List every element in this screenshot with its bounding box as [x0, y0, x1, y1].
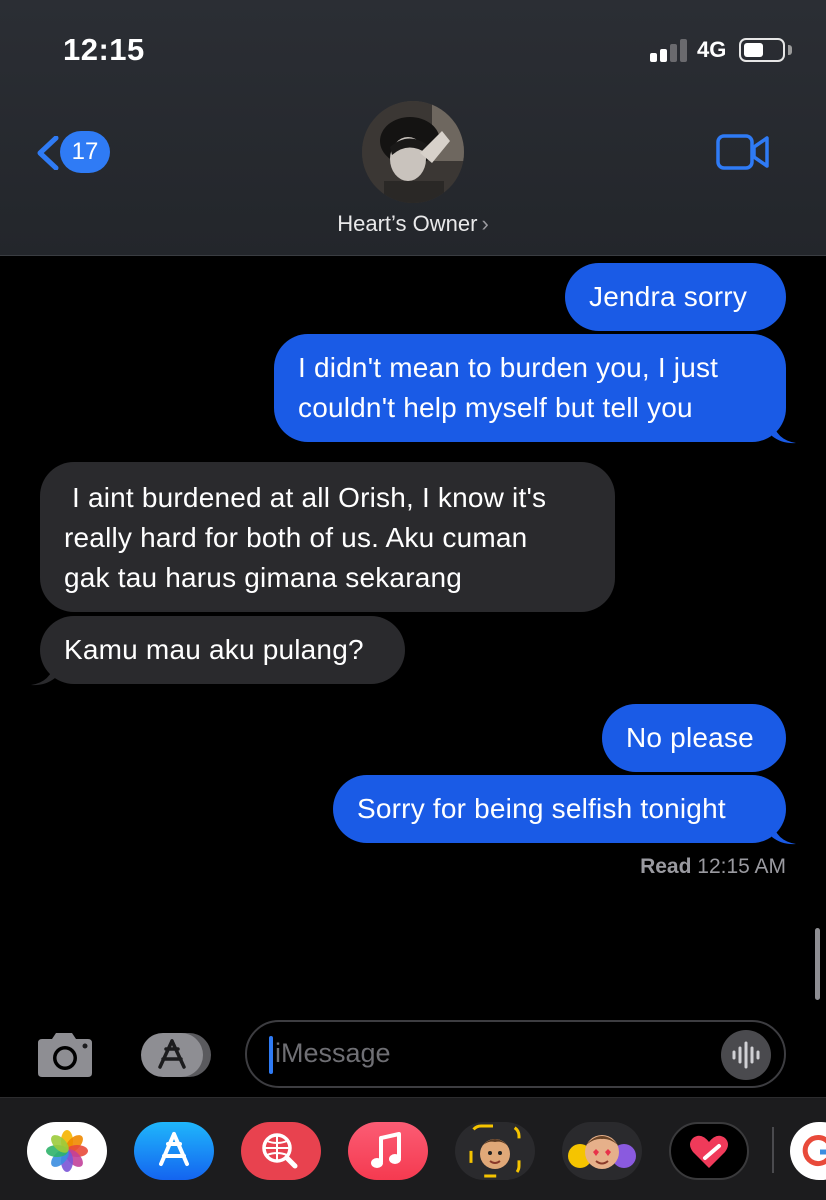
search-images-icon[interactable]: [241, 1122, 321, 1180]
read-time: 12:15 AM: [697, 855, 786, 878]
message-bubble-received[interactable]: Kamu mau aku pulang?: [40, 616, 405, 684]
cellular-signal-icon: [650, 38, 690, 62]
text-cursor: [269, 1036, 273, 1074]
app-store-a-icon: [159, 1132, 189, 1166]
app-store-button-icon[interactable]: [139, 1031, 213, 1079]
conversation-header: 12:15 4G 17 Heart’s Owner ›: [0, 0, 826, 256]
digital-touch-icon[interactable]: [669, 1122, 749, 1180]
battery-tip: [788, 45, 792, 55]
music-icon[interactable]: [348, 1122, 428, 1180]
messages-screen: 12:15 4G 17 Heart’s Owner › Jendra sorry…: [0, 0, 826, 1200]
message-line: really hard for both of us. Aku cuman: [64, 522, 528, 553]
message-line: couldn't help myself but tell you: [298, 392, 693, 423]
contact-name[interactable]: Heart’s Owner ›: [0, 211, 826, 237]
message-line: Jendra sorry: [589, 281, 748, 312]
app-drawer-divider: [772, 1127, 774, 1173]
bubble-tail-sent: [772, 420, 796, 444]
bubble-tail-received: [31, 662, 55, 686]
facetime-video-icon[interactable]: [716, 133, 770, 171]
message-placeholder: iMessage: [275, 1038, 391, 1068]
app-store-icon[interactable]: [134, 1122, 214, 1180]
message-bubble-sent[interactable]: I didn't mean to burden you, I just coul…: [274, 334, 786, 442]
message-line: Kamu mau aku pulang?: [64, 634, 364, 665]
message-bubble-sent[interactable]: No please: [602, 704, 786, 772]
scrollbar[interactable]: [815, 928, 820, 1000]
battery-icon: [739, 38, 785, 62]
status-time: 12:15: [63, 32, 145, 67]
message-bubble-received[interactable]: I aint burdened at all Orish, I know it'…: [40, 462, 615, 612]
message-bubble-sent[interactable]: Jendra sorry: [565, 263, 786, 331]
message-line: Sorry for being selfish tonight: [357, 793, 726, 824]
voice-message-button[interactable]: [721, 1030, 771, 1080]
photos-flower-icon: [46, 1130, 88, 1172]
unread-count-badge: 17: [60, 131, 110, 173]
photos-app-icon[interactable]: [27, 1122, 107, 1180]
back-button[interactable]: 17: [30, 130, 120, 176]
message-line: gak tau harus gimana sekarang: [64, 562, 463, 593]
message-input[interactable]: iMessage: [245, 1020, 786, 1088]
network-type: 4G: [697, 37, 727, 62]
message-line: I aint burdened at all Orish, I know it'…: [64, 482, 547, 513]
music-note-icon: [371, 1132, 401, 1168]
read-receipt: Read 12:15 AM: [640, 855, 786, 879]
memoji-stickers-icon[interactable]: [562, 1122, 642, 1180]
message-line: I didn't mean to burden you, I just: [298, 352, 719, 383]
waveform-icon: [732, 1041, 760, 1069]
bubble-tail-sent: [772, 821, 796, 845]
memoji-icon[interactable]: [455, 1122, 535, 1180]
memoji-stickers-face-icon: [568, 1135, 636, 1169]
camera-icon[interactable]: [34, 1031, 96, 1079]
chevron-right-icon: ›: [481, 211, 489, 236]
globe-search-icon: [262, 1133, 298, 1169]
message-line: No please: [626, 722, 754, 753]
read-label: Read: [640, 855, 692, 878]
contact-avatar[interactable]: [362, 101, 464, 203]
contact-name-label: Heart’s Owner: [337, 211, 478, 236]
message-bubble-sent[interactable]: Sorry for being selfish tonight: [333, 775, 786, 843]
chevron-left-icon: [37, 136, 59, 170]
heart-icon: [690, 1135, 728, 1168]
person-photo-icon: [362, 101, 464, 203]
memoji-face-icon: [469, 1124, 521, 1178]
